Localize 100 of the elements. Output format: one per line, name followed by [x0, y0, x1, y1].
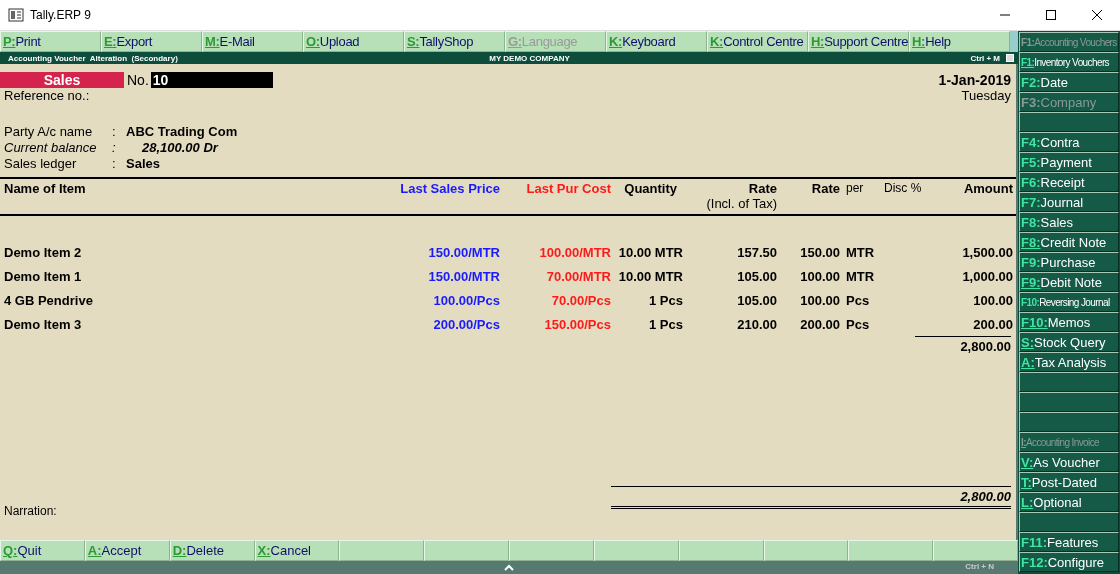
footer-button[interactable]: A:Accept — [84, 540, 170, 561]
table-cell-text: 105.00 — [736, 268, 777, 284]
table-cell-text: MTR — [845, 244, 876, 260]
maximize-icon[interactable] — [1045, 9, 1057, 21]
table-cell-text: 100.00/MTR — [538, 244, 611, 260]
column-header: Last Pur Cost — [525, 181, 611, 198]
column-header: Name of Item — [4, 181, 87, 198]
table-cell-text: 210.00 — [736, 316, 777, 332]
table-cell-text: 1 Pcs — [648, 292, 683, 308]
column-header: Last Sales Price — [399, 181, 500, 198]
table-cell-text: 4 GB Pendrive — [4, 292, 94, 308]
sidebar-button[interactable]: L:Optional — [1019, 492, 1119, 512]
sidebar-button[interactable]: F8:Credit Note — [1019, 232, 1119, 252]
blank-button[interactable] — [1019, 512, 1119, 532]
column-header: per — [845, 181, 865, 197]
sidebar-button[interactable]: F12:Configure — [1019, 552, 1119, 572]
menu-button[interactable]: P:Print — [0, 31, 101, 52]
menu-button[interactable]: S:TallyShop — [404, 31, 505, 52]
footer-button[interactable]: X:Cancel — [254, 540, 340, 561]
sidebar-button[interactable]: F9:Purchase — [1019, 252, 1119, 272]
sidebar-button[interactable]: F9:Debit Note — [1019, 272, 1119, 292]
shortcut-hint: Ctrl + M — [970, 53, 1000, 63]
sidebar-button[interactable]: F4:Contra — [1019, 132, 1119, 152]
voucher-date: 1-Jan-2019 — [938, 72, 1011, 88]
table-cell-text: Pcs — [845, 292, 871, 308]
table-cell-text: 100.00 — [799, 268, 840, 284]
table-cell-text: Demo Item 3 — [4, 316, 83, 332]
table-cell-text: 70.00/Pcs — [550, 292, 611, 308]
window-title: Tally.ERP 9 — [30, 8, 92, 22]
menu-button[interactable]: H:Support Centre — [808, 31, 909, 52]
menu-button[interactable]: K:Keyboard — [606, 31, 707, 52]
weekday: Tuesday — [961, 88, 1011, 104]
table-cell-text: 200.00 — [972, 316, 1013, 332]
company-name: MY DEMO COMPANY — [489, 53, 571, 63]
menu-button[interactable]: E:Export — [101, 31, 202, 52]
table-cell-text: 157.50 — [736, 244, 777, 260]
voucher-number-label: No. — [127, 72, 149, 88]
field-value: Sales — [125, 156, 161, 172]
menu-button[interactable]: K:Control Centre — [707, 31, 808, 52]
sidebar-button[interactable]: F2:Date — [1019, 72, 1119, 92]
menu-button[interactable]: H:Help — [909, 31, 1010, 52]
table-cell-text: 150.00 — [799, 244, 840, 260]
caret-up-icon[interactable] — [504, 564, 514, 571]
table-cell-text: 150.00/MTR — [427, 268, 500, 284]
table-cell-text: 150.00/MTR — [427, 244, 500, 260]
sidebar-button[interactable]: F8:Sales — [1019, 212, 1119, 232]
sidebar-button[interactable]: S:Stock Query — [1019, 332, 1119, 352]
table-cell-text: Demo Item 1 — [4, 268, 83, 284]
blank-button[interactable] — [1019, 372, 1119, 392]
table-cell-text: 100.00/Pcs — [432, 292, 500, 308]
blank-button[interactable] — [1019, 112, 1119, 132]
column-header: Rate — [810, 181, 840, 198]
table-cell-text: 1,500.00 — [961, 244, 1013, 260]
table-cell-text: 1,000.00 — [961, 268, 1013, 284]
narration-label: Narration: — [4, 504, 58, 518]
screen-title: Accounting Voucher Alteration (Secondary) — [8, 53, 179, 63]
reference-label: Reference no.: — [4, 88, 90, 104]
shortcut-hint: Ctrl + N — [965, 562, 994, 571]
table-cell-text: Demo Item 2 — [4, 244, 83, 260]
field-label: Party A/c name — [4, 124, 94, 140]
field-value: 28,100.00 Dr — [141, 140, 220, 156]
voucher-type: Sales — [0, 72, 124, 88]
app-icon — [8, 7, 24, 23]
table-cell-text: MTR — [845, 268, 876, 284]
table-cell-text: 200.00 — [799, 316, 840, 332]
sidebar-button[interactable]: F6:Receipt — [1019, 172, 1119, 192]
column-header: Amount — [962, 181, 1013, 198]
table-cell-text: 105.00 — [736, 292, 777, 308]
voucher-number-field[interactable]: 10 — [150, 72, 273, 88]
field-value: ABC Trading Com — [125, 124, 238, 140]
table-cell-text: 200.00/Pcs — [432, 316, 500, 332]
subtotal: 2,800.00 — [915, 336, 1011, 354]
table-cell-text: 100.00 — [972, 292, 1013, 308]
table-cell-text: Pcs — [845, 316, 871, 332]
colon: : — [112, 140, 117, 156]
menu-button[interactable]: M:E-Mail — [202, 31, 303, 52]
blank-button[interactable] — [1019, 412, 1119, 432]
column-header: Rate (Incl. of Tax) — [705, 181, 777, 211]
sidebar-button[interactable]: F5:Payment — [1019, 152, 1119, 172]
field-label: Sales ledger — [4, 156, 78, 172]
sidebar-button[interactable]: T:Post-Dated — [1019, 472, 1119, 492]
sidebar-button[interactable]: F7:Journal — [1019, 192, 1119, 212]
footer-button[interactable]: Q:Quit — [0, 540, 85, 561]
sidebar-button[interactable]: V:As Voucher — [1019, 452, 1119, 472]
menu-button[interactable]: O:Upload — [303, 31, 404, 52]
column-header: Quantity — [623, 181, 678, 198]
close-icon[interactable] — [1091, 9, 1103, 21]
sidebar-button[interactable]: F10:Reversing Journal — [1019, 292, 1119, 312]
table-cell-text: 10.00 MTR — [617, 268, 683, 284]
sidebar-button[interactable]: A:Tax Analysis — [1019, 352, 1119, 372]
footer-button[interactable]: D:Delete — [169, 540, 255, 561]
blank-button[interactable] — [1019, 392, 1119, 412]
table-cell-text: 100.00 — [799, 292, 840, 308]
sidebar-button[interactable]: F10:Memos — [1019, 312, 1119, 332]
table-cell-text: 70.00/MTR — [545, 268, 611, 284]
sidebar-button[interactable]: F1:Inventory Vouchers — [1019, 52, 1119, 72]
sidebar-button[interactable]: F11:Features — [1019, 532, 1119, 552]
grand-total: 2,800.00 — [611, 486, 1011, 509]
colon: : — [112, 124, 117, 140]
field-label: Current balance — [4, 140, 98, 156]
